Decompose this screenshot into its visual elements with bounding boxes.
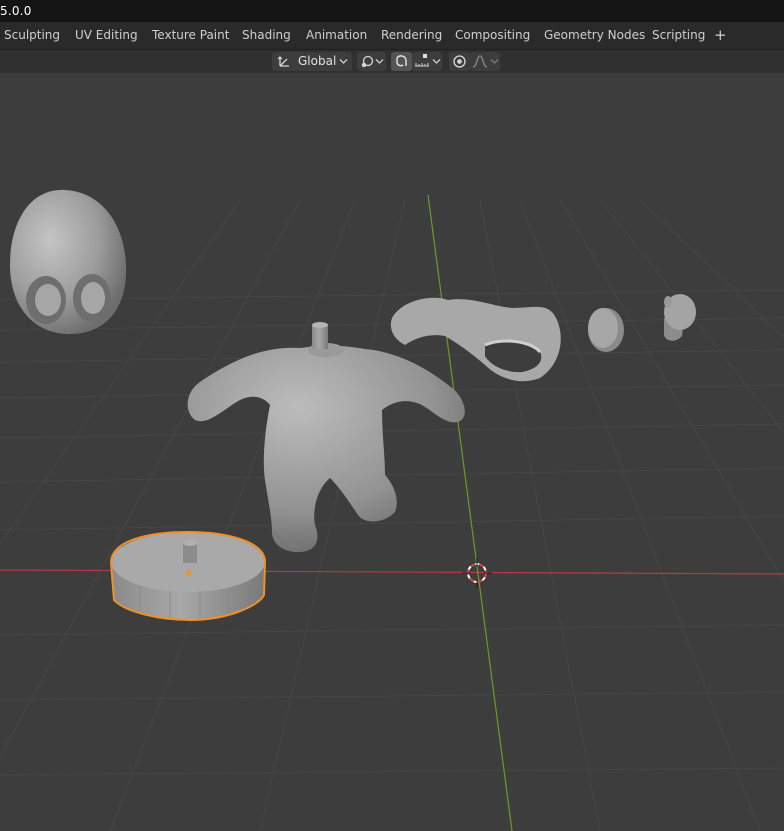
tab-rendering[interactable]: Rendering — [381, 22, 442, 49]
proportional-edit-icon — [453, 55, 466, 68]
body-mesh[interactable] — [187, 322, 465, 553]
falloff-curve-icon — [472, 55, 488, 68]
snap-increment-icon — [415, 54, 429, 67]
tab-animation[interactable]: Animation — [306, 22, 367, 49]
pivot-link-icon — [361, 55, 374, 68]
title-bar: 5.0.0 — [0, 0, 784, 22]
transform-orientation-icon — [277, 56, 289, 67]
proportional-edit-toggle[interactable] — [449, 52, 470, 71]
transform-orientation-dropdown[interactable]: Global — [272, 52, 352, 71]
add-workspace-button[interactable]: + — [714, 22, 727, 49]
chevron-down-icon — [490, 59, 499, 64]
base-mesh[interactable] — [109, 530, 267, 622]
tab-scripting[interactable]: Scripting — [652, 22, 705, 49]
viewport-header: Global — [0, 50, 784, 73]
snap-magnet-icon — [396, 55, 407, 67]
app-version: 5.0.0 — [0, 4, 32, 18]
snap-toggle[interactable] — [391, 52, 412, 71]
tab-uv-editing[interactable]: UV Editing — [75, 22, 138, 49]
proportional-falloff-dropdown[interactable] — [470, 52, 500, 71]
transform-orientation-label: Global — [298, 54, 337, 68]
tab-compositing[interactable]: Compositing — [455, 22, 530, 49]
workspace-tab-bar: Sculpting UV Editing Texture Paint Shadi… — [0, 22, 784, 50]
chevron-down-icon — [375, 59, 384, 64]
chevron-down-icon — [432, 59, 441, 64]
button-mesh[interactable] — [588, 308, 624, 352]
tab-geometry-nodes[interactable]: Geometry Nodes — [544, 22, 645, 49]
3d-viewport[interactable] — [0, 73, 784, 831]
tab-texture-paint[interactable]: Texture Paint — [152, 22, 229, 49]
origin-dot-icon — [186, 570, 192, 576]
viewport-canvas[interactable] — [0, 73, 784, 831]
peg-mesh[interactable] — [664, 294, 696, 341]
tab-sculpting[interactable]: Sculpting — [4, 22, 60, 49]
head-mesh[interactable] — [10, 189, 127, 335]
tab-shading[interactable]: Shading — [242, 22, 291, 49]
pivot-point-dropdown[interactable] — [357, 52, 386, 71]
snap-target-dropdown[interactable] — [412, 52, 442, 71]
chevron-down-icon — [339, 59, 348, 64]
y-axis-line — [427, 194, 513, 831]
